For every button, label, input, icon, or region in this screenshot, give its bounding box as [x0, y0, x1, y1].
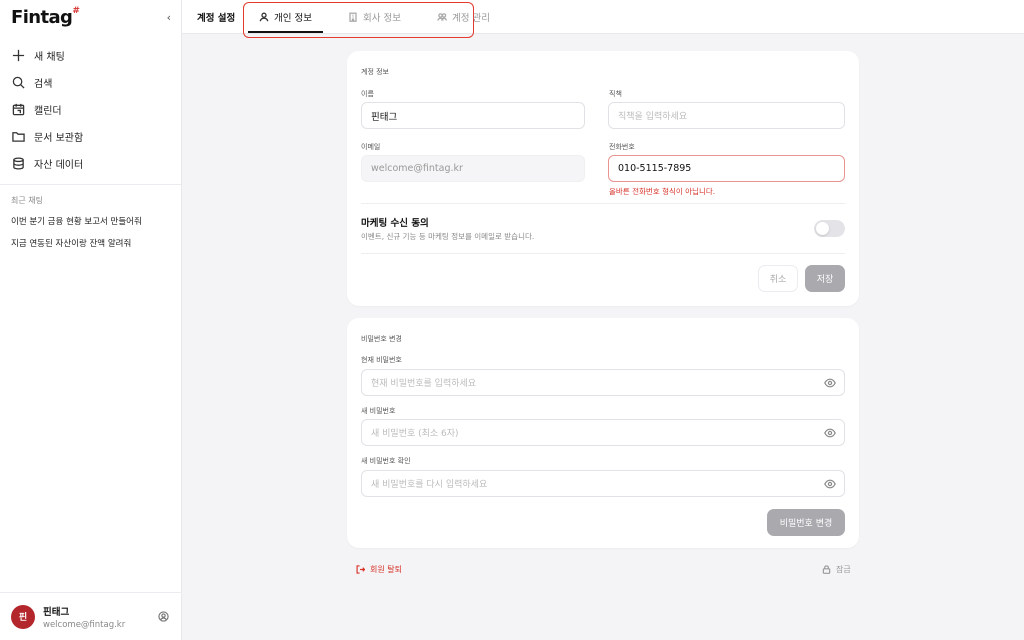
tab-label: 계정 관리: [451, 12, 490, 24]
recent-chat-item[interactable]: 지금 연동된 자산이랑 잔액 알려줘: [0, 232, 181, 254]
name-input[interactable]: 핀태그: [361, 102, 585, 129]
tab-label: 회사 정보: [362, 12, 401, 24]
confirm-password-label: 새 비밀번호 확인: [361, 457, 411, 465]
email-label: 이메일: [361, 143, 381, 151]
plus-icon: [11, 49, 25, 63]
sidebar: Fintag # ‹ 새 채팅 검색 캘린더 문서 보관함 자산 데이터 최근 채…: [0, 0, 182, 640]
logo-row: Fintag # ‹: [0, 0, 181, 34]
calendar-icon: [11, 103, 25, 117]
eye-icon[interactable]: [824, 428, 836, 438]
building-icon: [349, 12, 357, 22]
lock-label: 잠금: [836, 565, 851, 574]
withdraw-label: 회원 탈퇴: [370, 565, 402, 574]
tab-account-management[interactable]: 계정 관리: [426, 0, 501, 33]
name-label: 이름: [361, 90, 374, 98]
new-password-label: 새 비밀번호: [361, 407, 396, 415]
sidebar-nav: 새 채팅 검색 캘린더 문서 보관함 자산 데이터: [0, 34, 181, 177]
sidebar-item-documents[interactable]: 문서 보관함: [0, 123, 181, 150]
sidebar-item-label: 검색: [34, 79, 53, 90]
account-info-card: 계정 정보 이름 핀태그 직책 직책을 입력하세요 이메일 welcome@fi…: [347, 51, 859, 306]
folder-icon: [11, 130, 25, 144]
confirm-password-input[interactable]: 새 비밀번호를 다시 입력하세요: [361, 470, 845, 497]
users-icon: [437, 12, 447, 21]
page-title: 계정 설정: [197, 12, 236, 24]
current-password-label: 현재 비밀번호: [361, 356, 402, 364]
tab-company-info[interactable]: 회사 정보: [337, 0, 412, 33]
position-label: 직책: [609, 90, 622, 98]
tab-personal-info[interactable]: 개인 정보: [248, 0, 323, 33]
withdraw-link[interactable]: 회원 탈퇴: [356, 564, 402, 575]
marketing-title: 마케팅 수신 동의: [361, 218, 429, 229]
phone-input[interactable]: 010-5115-7895: [608, 155, 845, 182]
marketing-description: 이벤트, 신규 기능 등 마케팅 정보를 이메일로 받습니다.: [361, 232, 535, 241]
recent-chats-title: 최근 채팅: [11, 195, 43, 205]
position-input[interactable]: 직책을 입력하세요: [608, 102, 845, 129]
user-email: welcome@fintag.kr: [43, 619, 126, 630]
tab-label: 개인 정보: [274, 12, 312, 24]
settings-tabs: 개인 정보 회사 정보 계정 관리: [243, 0, 515, 38]
phone-error-text: 올바른 전화번호 형식이 아닙니다.: [609, 187, 716, 196]
eye-icon[interactable]: [824, 479, 836, 489]
sidebar-item-asset-data[interactable]: 자산 데이터: [0, 150, 181, 177]
user-icon: [259, 12, 269, 21]
sidebar-item-new-chat[interactable]: 새 채팅: [0, 42, 181, 69]
collapse-sidebar-icon[interactable]: ‹: [167, 11, 171, 24]
lock-icon: [822, 565, 831, 574]
sidebar-item-label: 자산 데이터: [34, 160, 84, 171]
divider: [361, 253, 845, 254]
logout-arrow-icon: [356, 565, 365, 574]
email-field: welcome@fintag.kr: [361, 155, 585, 182]
sidebar-item-search[interactable]: 검색: [0, 69, 181, 96]
eye-icon[interactable]: [824, 378, 836, 388]
password-change-card: 비밀번호 변경 현재 비밀번호 현재 비밀번호를 입력하세요 새 비밀번호 새 …: [347, 318, 859, 548]
section-title: 계정 정보: [361, 68, 389, 76]
recent-chat-item[interactable]: 이번 분기 금융 현황 보고서 만들어줘: [0, 210, 181, 232]
phone-label: 전화번호: [609, 143, 635, 151]
search-icon: [11, 76, 25, 90]
logo-text: Fintag: [11, 6, 73, 28]
sidebar-item-label: 캘린더: [34, 106, 62, 117]
sidebar-item-label: 문서 보관함: [34, 133, 84, 144]
user-profile: 핀 핀태그 welcome@fintag.kr: [0, 592, 182, 640]
current-password-input[interactable]: 현재 비밀번호를 입력하세요: [361, 369, 845, 396]
sidebar-item-calendar[interactable]: 캘린더: [0, 96, 181, 123]
sidebar-divider: [0, 184, 181, 185]
lock-link[interactable]: 잠금: [822, 564, 851, 575]
change-password-button[interactable]: 비밀번호 변경: [767, 509, 845, 536]
user-name: 핀태그: [43, 606, 70, 618]
database-icon: [11, 157, 25, 171]
marketing-toggle[interactable]: [814, 220, 845, 237]
section-title: 비밀번호 변경: [361, 335, 402, 343]
divider: [361, 203, 845, 204]
page-header: 계정 설정 개인 정보 회사 정보 계정 관리: [182, 0, 1024, 38]
save-button[interactable]: 저장: [805, 265, 845, 292]
sidebar-item-label: 새 채팅: [34, 52, 65, 63]
logo-mark: #: [72, 5, 80, 16]
avatar[interactable]: 핀: [11, 604, 35, 629]
user-settings-icon[interactable]: [158, 610, 170, 623]
toggle-knob: [816, 222, 829, 235]
user-info: 핀태그 welcome@fintag.kr: [43, 604, 158, 630]
fintag-logo[interactable]: Fintag #: [11, 6, 80, 28]
cancel-button[interactable]: 취소: [758, 265, 798, 292]
new-password-input[interactable]: 새 비밀번호 (최소 6자): [361, 419, 845, 446]
